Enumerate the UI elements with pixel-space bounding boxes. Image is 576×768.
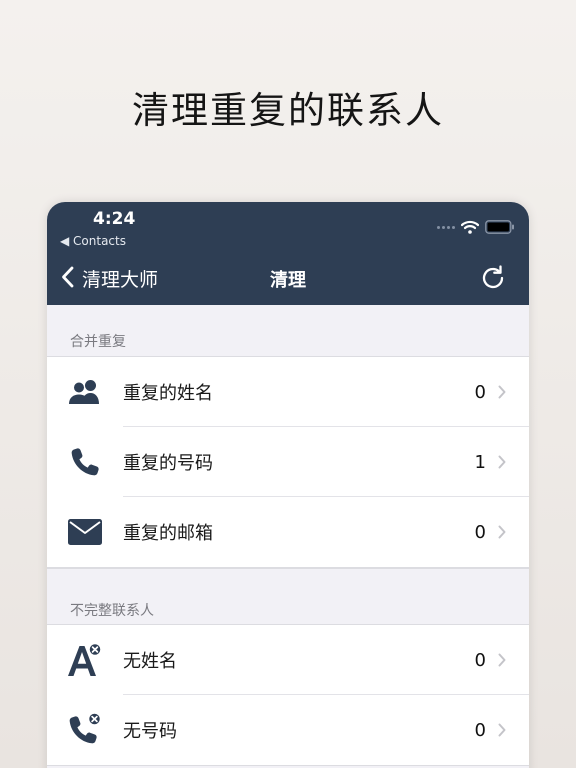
row-count: 1	[474, 451, 486, 473]
row-count: 0	[474, 719, 486, 741]
phone-remove-icon	[47, 712, 123, 748]
row-count: 0	[474, 381, 486, 403]
incomplete-list: 无姓名 0 无号码 0	[47, 625, 529, 765]
phone-screen: 4:24 ◀ Contacts 清理大师 清理 合并重复 重复的姓名 0 重复的…	[47, 202, 529, 768]
row-label: 重复的邮箱	[123, 523, 213, 544]
row-no-number[interactable]: 无号码 0	[47, 695, 529, 765]
row-duplicate-emails[interactable]: 重复的邮箱 0	[47, 497, 529, 567]
status-back-to-contacts[interactable]: ◀ Contacts	[60, 234, 126, 248]
row-label: 无号码	[123, 721, 177, 742]
row-count: 0	[474, 521, 486, 543]
chevron-right-icon	[498, 385, 506, 399]
status-indicators	[437, 220, 515, 234]
row-label: 重复的号码	[123, 453, 213, 474]
headline: 清理重复的联系人	[132, 89, 444, 132]
row-count: 0	[474, 649, 486, 671]
row-label: 无姓名	[123, 651, 177, 672]
battery-icon	[485, 220, 515, 234]
wifi-icon	[461, 220, 479, 234]
refresh-icon[interactable]	[479, 264, 507, 296]
status-time: 4:24	[93, 209, 136, 229]
row-no-name[interactable]: 无姓名 0	[47, 625, 529, 695]
envelope-icon	[47, 519, 123, 545]
row-label: 重复的姓名	[123, 383, 213, 404]
chevron-right-icon	[498, 723, 506, 737]
chevron-right-icon	[498, 653, 506, 667]
navigation-bar: 4:24 ◀ Contacts 清理大师 清理	[47, 202, 529, 305]
row-duplicate-names[interactable]: 重复的姓名 0	[47, 357, 529, 427]
letter-a-remove-icon	[47, 642, 123, 678]
signal-dots-icon	[437, 225, 455, 229]
section-header-merge: 合并重复	[47, 305, 529, 357]
people-icon	[47, 378, 123, 406]
page-title: 清理	[270, 270, 306, 291]
phone-icon	[47, 446, 123, 478]
section-header-incomplete: 不完整联系人	[47, 568, 529, 625]
chevron-right-icon	[498, 455, 506, 469]
row-duplicate-numbers[interactable]: 重复的号码 1	[47, 427, 529, 497]
chevron-right-icon	[498, 525, 506, 539]
merge-list: 重复的姓名 0 重复的号码 1 重复的邮箱 0	[47, 357, 529, 567]
